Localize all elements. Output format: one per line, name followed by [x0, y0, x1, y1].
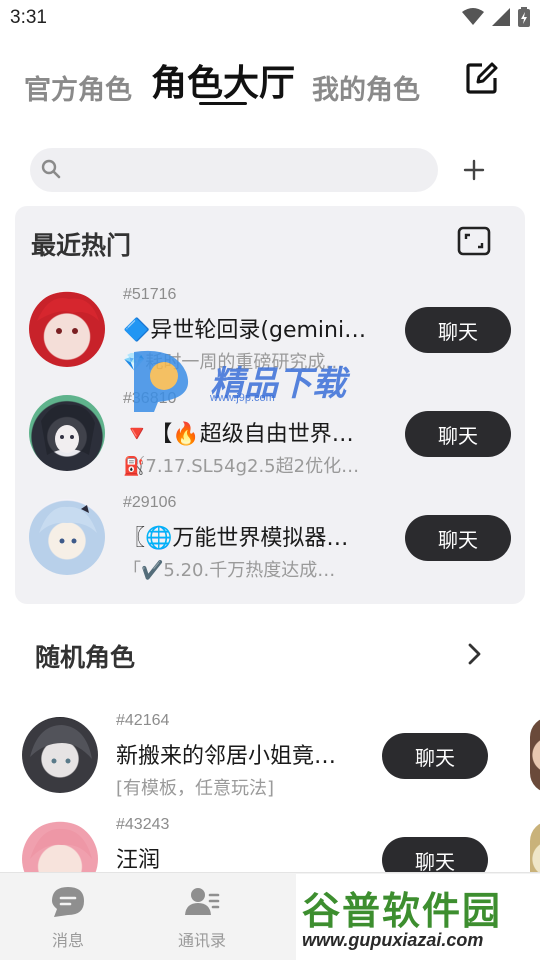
character-id: #29106: [123, 494, 177, 511]
tab-character-hall[interactable]: 角色大厅: [151, 54, 295, 106]
character-name: 🔷异世轮回录(gemini…: [123, 318, 367, 343]
message-icon: [52, 887, 84, 917]
status-bar: 3:31: [0, 0, 540, 36]
signal-icon: [492, 8, 510, 26]
character-name: 🔻【🔥超级自由世界…: [123, 422, 354, 447]
chat-button[interactable]: 聊天: [405, 307, 511, 353]
status-icons: [462, 7, 530, 27]
character-description: 「✔️5.20.千万热度达成…: [123, 560, 336, 581]
add-icon[interactable]: [458, 154, 490, 186]
next-card-peek[interactable]: [530, 717, 540, 793]
avatar: [22, 717, 98, 793]
battery-icon: [518, 7, 530, 27]
list-item[interactable]: #42164 新搬来的邻居小姐竟… [有模板，任意玩法] 聊天: [0, 712, 540, 802]
character-name: 汪润: [116, 848, 161, 873]
avatar: [29, 499, 105, 575]
chat-button[interactable]: 聊天: [405, 515, 511, 561]
edit-icon[interactable]: [464, 60, 500, 96]
character-description: ⛽7.17.SL54g2.5超2优化…: [123, 456, 360, 477]
nav-item-contacts[interactable]: 通讯录: [152, 885, 252, 951]
section-title-recent-hot: 最近热门: [31, 231, 132, 260]
search-bar[interactable]: [30, 148, 438, 192]
search-icon: [41, 159, 61, 179]
chat-button[interactable]: 聊天: [405, 411, 511, 457]
avatar: [29, 395, 105, 471]
tab-official-characters[interactable]: 官方角色: [24, 68, 132, 107]
nav-item-messages[interactable]: 消息: [18, 885, 118, 951]
character-name: 新搬来的邻居小姐竟…: [116, 744, 337, 769]
character-id: #43243: [116, 816, 170, 833]
nav-label: 通讯录: [177, 931, 226, 950]
watermark-url: www.gupuxiazai.com: [302, 930, 484, 950]
watermark-emblem-icon: [134, 350, 189, 412]
tab-my-characters[interactable]: 我的角色: [312, 68, 420, 107]
top-tabs: 官方角色 角色大厅 我的角色: [0, 54, 540, 114]
active-tab-indicator: [199, 102, 247, 105]
watermark-text: 谷普软件园: [302, 889, 503, 933]
chevron-right-icon[interactable]: [462, 640, 486, 668]
watermark-logo: 精品下载 www.j9p.com: [124, 346, 364, 416]
expand-icon[interactable]: [457, 226, 491, 256]
character-id: #42164: [116, 712, 170, 729]
avatar: [29, 291, 105, 367]
nav-label: 消息: [51, 931, 84, 950]
character-name: 〖🌐万能世界模拟器…: [123, 526, 349, 551]
section-title-random: 随机角色: [35, 643, 136, 672]
character-id: #51716: [123, 286, 177, 303]
search-input[interactable]: [70, 148, 430, 192]
status-time: 3:31: [10, 7, 47, 28]
wifi-icon: [462, 8, 484, 25]
character-description: [有模板，任意玩法]: [116, 778, 275, 799]
chat-button[interactable]: 聊天: [382, 733, 488, 779]
contacts-icon: [185, 888, 220, 915]
watermark-corner: 谷普软件园 www.gupuxiazai.com: [296, 874, 540, 960]
list-item[interactable]: #29106 〖🌐万能世界模拟器… 「✔️5.20.千万热度达成… 聊天: [15, 494, 525, 584]
watermark-url: www.j9p.com: [210, 392, 275, 404]
